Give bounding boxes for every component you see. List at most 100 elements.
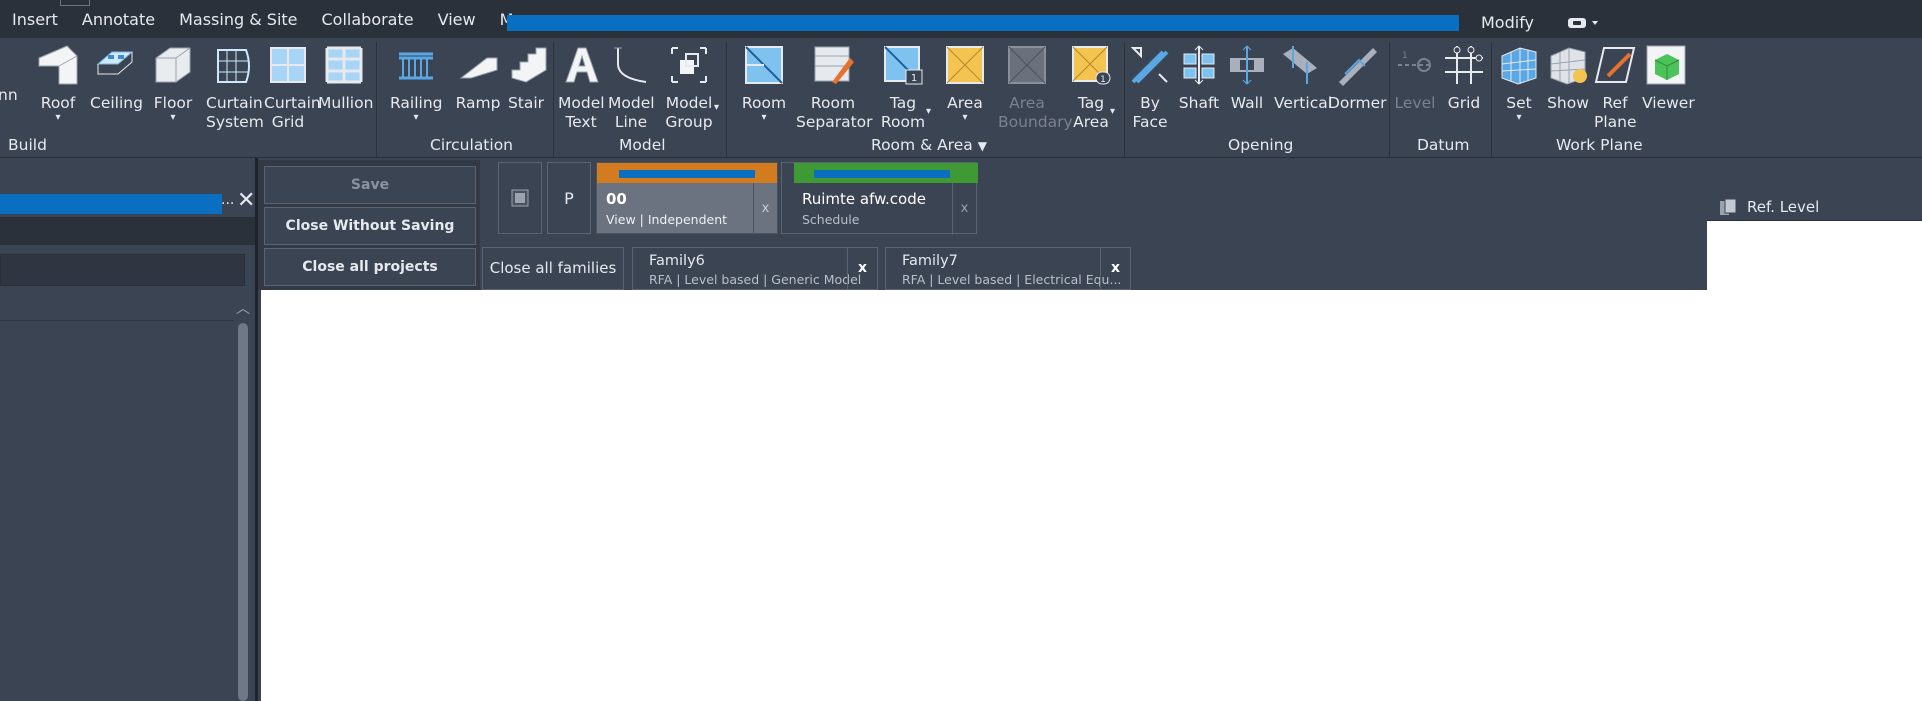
family-tab[interactable]: Family6 RFA | Level based | Generic Mode…	[632, 247, 878, 290]
chevron-down-icon[interactable]: ▾	[1110, 106, 1115, 117]
room-area-panel-label[interactable]: Room & Area ▼	[871, 136, 987, 154]
document-tab-view[interactable]: 00 View | Independent x	[596, 162, 778, 235]
menu-insert[interactable]: Insert	[0, 10, 70, 29]
chevron-down-icon: ▾	[413, 112, 419, 123]
shaft-button[interactable]: Shaft	[1176, 44, 1222, 113]
tool-partial[interactable]: nn	[0, 86, 18, 105]
grid-button[interactable]: Grid	[1442, 44, 1486, 113]
ref-plane-icon	[1594, 47, 1636, 83]
chevron-down-icon: ▾	[1516, 112, 1522, 123]
dormer-label: Dormer	[1328, 94, 1387, 112]
viewer-button[interactable]: Viewer	[1642, 44, 1695, 113]
area-boundary-button[interactable]: Area Boundary	[998, 44, 1073, 132]
by-face-button[interactable]: By Face	[1128, 44, 1172, 132]
room-separator-icon	[814, 46, 854, 84]
menu-annotate[interactable]: Annotate	[70, 10, 167, 29]
vertical-opening-icon	[1283, 46, 1317, 84]
search-input[interactable]	[0, 254, 245, 286]
model-group-icon	[671, 47, 707, 83]
scrollbar-thumb[interactable]	[238, 323, 248, 701]
menu-view[interactable]: View	[426, 10, 488, 29]
tag-area-button[interactable]: 1 Tag Area	[1068, 44, 1114, 132]
properties-type-selector[interactable]: Ref. Level	[1707, 193, 1922, 221]
ceiling-label: Ceiling	[90, 94, 143, 112]
stair-button[interactable]: Stair	[506, 44, 547, 113]
save-button[interactable]: Save	[264, 166, 476, 204]
family-tab-name: Family6	[649, 253, 705, 269]
close-tab-icon[interactable]: x	[753, 183, 777, 235]
chevron-down-icon: ▼	[977, 139, 987, 153]
close-tab-icon[interactable]: x	[847, 248, 877, 289]
room-button[interactable]: Room ▾	[740, 44, 788, 123]
curtain-grid-button[interactable]: Curtain Grid	[264, 44, 321, 132]
set-label: Set	[1506, 94, 1532, 112]
dormer-button[interactable]: Dormer	[1328, 44, 1387, 113]
tab-color-strip	[597, 163, 777, 183]
chevron-down-icon[interactable]: ▾	[714, 102, 719, 113]
level-button[interactable]: 1 Level	[1394, 44, 1436, 113]
level-type-icon	[1720, 198, 1737, 215]
set-workplane-button[interactable]: Set ▾	[1498, 44, 1540, 123]
svg-text:1: 1	[1402, 51, 1408, 61]
menu-massing-site[interactable]: Massing & Site	[167, 10, 309, 29]
model-group-button[interactable]: Model Group	[664, 44, 714, 132]
family-tab-name: Family7	[902, 253, 958, 269]
panel-separator	[376, 42, 377, 158]
menu-modify[interactable]: Modify	[1481, 13, 1534, 32]
close-all-families-button[interactable]: Close all families	[482, 247, 624, 290]
redacted-project-name	[814, 170, 950, 178]
mullion-button[interactable]: Mullion	[318, 44, 373, 113]
panel-separator	[1124, 42, 1125, 158]
area-boundary-label: Area Boundary	[998, 94, 1073, 131]
family-tab[interactable]: Family7 RFA | Level based | Electrical E…	[885, 247, 1131, 290]
dormer-icon	[1339, 48, 1377, 86]
room-area-panel-text: Room & Area	[871, 136, 973, 154]
document-tab-schedule[interactable]: Ruimte afw.code Schedule x	[781, 162, 978, 235]
curtain-system-button[interactable]: Curtain System	[206, 44, 264, 132]
p-button[interactable]: P	[547, 162, 591, 234]
ref-plane-label: Ref Plane	[1594, 94, 1637, 131]
roof-button[interactable]: Roof ▾	[36, 44, 80, 123]
curtain-grid-label: Curtain Grid	[264, 94, 321, 131]
scroll-up-icon[interactable]: ︿	[236, 298, 250, 318]
tab-subtitle: Schedule	[802, 212, 860, 227]
shaft-icon	[1183, 45, 1215, 85]
close-tab-icon[interactable]: x	[952, 183, 976, 235]
show-label: Show	[1547, 94, 1589, 112]
work-plane-panel-label: Work Plane	[1556, 136, 1643, 154]
vertical-opening-button[interactable]: Vertical	[1274, 44, 1332, 113]
panel-ellipsis: ...	[221, 192, 235, 208]
tag-room-button[interactable]: 1 Tag Room	[880, 44, 926, 132]
show-workplane-button[interactable]: Show	[1546, 44, 1590, 113]
chevron-down-icon: ▾	[962, 112, 968, 123]
redacted-project-name	[619, 170, 755, 178]
model-text-label: Model Text	[558, 94, 605, 131]
build-panel-label: Build	[8, 136, 47, 154]
close-icon[interactable]: ✕	[237, 188, 255, 213]
floor-button[interactable]: Floor ▾	[150, 44, 196, 123]
menu-collaborate[interactable]: Collaborate	[310, 10, 426, 29]
close-tab-icon[interactable]: x	[1100, 248, 1130, 289]
ref-plane-button[interactable]: Ref Plane	[1594, 44, 1637, 132]
tab-name: 00	[606, 190, 627, 208]
ceiling-button[interactable]: Ceiling	[90, 44, 143, 113]
drawing-canvas[interactable]	[261, 290, 1922, 701]
railing-button[interactable]: Railing ▾	[390, 44, 443, 123]
model-line-button[interactable]: Model Line	[608, 44, 655, 132]
ramp-button[interactable]: Ramp	[454, 44, 502, 113]
chevron-down-icon[interactable]: ▾	[926, 106, 931, 117]
model-panel-label: Model	[619, 136, 666, 154]
model-text-button[interactable]: Model Text	[558, 44, 605, 132]
tag-room-icon: 1	[884, 46, 923, 85]
user-dropdown-icon[interactable]	[1567, 16, 1605, 30]
model-group-label: Model Group	[665, 94, 713, 131]
floor-label: Floor	[153, 94, 193, 112]
project-tab-icon-button[interactable]	[498, 162, 542, 234]
close-without-saving-button[interactable]: Close Without Saving	[264, 207, 476, 245]
ref-level-label: Ref. Level	[1747, 197, 1820, 216]
area-button[interactable]: Area ▾	[942, 44, 988, 123]
room-separator-button[interactable]: Room Separator	[796, 44, 873, 132]
close-all-projects-button[interactable]: Close all projects	[264, 248, 476, 286]
wall-opening-button[interactable]: Wall	[1226, 44, 1268, 113]
list-item[interactable]	[0, 295, 233, 321]
